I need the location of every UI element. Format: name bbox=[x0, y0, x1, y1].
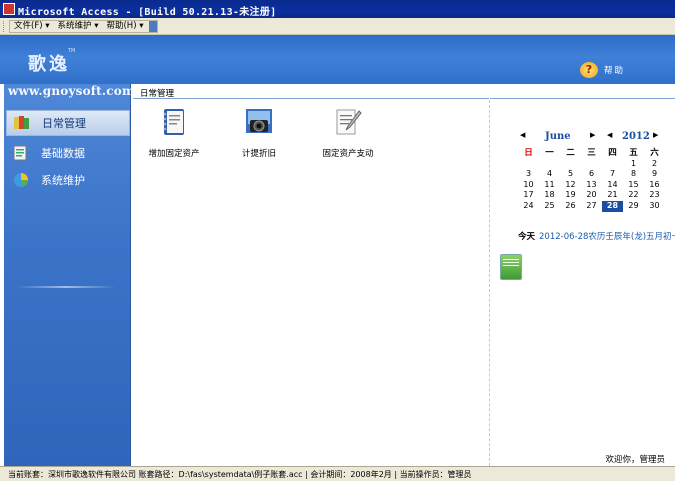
book-icon bbox=[13, 115, 31, 131]
calendar-day[interactable]: 30 bbox=[644, 201, 665, 212]
calendar-empty-cell bbox=[518, 159, 539, 170]
sidebar-item-basic-data[interactable]: 基础数据 bbox=[6, 140, 130, 166]
title-bar: Microsoft Access - [Build 50.21.13-未注册] bbox=[0, 0, 675, 18]
calendar-day[interactable]: 3 bbox=[518, 169, 539, 180]
website-url: www.gnoysoft.com bbox=[8, 84, 135, 98]
calendar-day[interactable]: 23 bbox=[644, 190, 665, 201]
toolbar-grip[interactable] bbox=[3, 21, 5, 32]
camera-icon bbox=[243, 106, 275, 138]
notebook-icon bbox=[158, 106, 190, 138]
main-panel: 日常管理 增加固定资产 计提折旧 固定资产支动 bbox=[133, 84, 489, 466]
sidebar-item-label: 基础数据 bbox=[41, 147, 85, 160]
weekday-header: 五 bbox=[629, 148, 638, 158]
weekday-header: 日 bbox=[524, 148, 533, 158]
calendar-day[interactable]: 8 bbox=[623, 169, 644, 180]
calendar-day[interactable]: 20 bbox=[581, 190, 602, 201]
today-info: 今天 2012-06-28农历壬辰年(龙)五月初十 bbox=[518, 230, 675, 242]
weekday-header: 一 bbox=[545, 148, 554, 158]
weekday-header: 二 bbox=[566, 148, 575, 158]
help-icon: ? bbox=[580, 62, 598, 78]
calendar-day[interactable]: 29 bbox=[623, 201, 644, 212]
next-year-button[interactable]: ▶ bbox=[653, 131, 658, 139]
calendar-empty-cell bbox=[560, 159, 581, 170]
tile-label: 增加固定资产 bbox=[148, 149, 200, 159]
calendar-day[interactable]: 13 bbox=[581, 180, 602, 191]
calendar-day[interactable]: 12 bbox=[560, 180, 581, 191]
calendar-day[interactable]: 27 bbox=[581, 201, 602, 212]
window-title: Microsoft Access - [Build 50.21.13-未注册] bbox=[18, 7, 277, 18]
help-label: 帮助 bbox=[604, 66, 626, 76]
calendar-day[interactable]: 9 bbox=[644, 169, 665, 180]
today-label: 今天 bbox=[518, 232, 536, 242]
calendar-empty-cell bbox=[539, 159, 560, 170]
calendar-day[interactable]: 11 bbox=[539, 180, 560, 191]
calendar-grid: 日一二三四五六 1 2 3 4 5 6 7 8 9 10 11 12 13 14 15 16 17 18 19 20 21… bbox=[518, 148, 665, 212]
weekday-header: 三 bbox=[587, 148, 596, 158]
calendar-day[interactable]: 4 bbox=[539, 169, 560, 180]
menu-bar: 文件(F) ▾ 系统维护 ▾ 帮助(H) ▾ bbox=[0, 18, 675, 35]
calendar-day[interactable]: 18 bbox=[539, 190, 560, 201]
calendar-day[interactable]: 19 bbox=[560, 190, 581, 201]
calendar-day[interactable]: 2 bbox=[644, 159, 665, 170]
sidebar-divider bbox=[16, 286, 116, 288]
status-text: 当前账套：深圳市歌逸软件有限公司 账套路径：D:\fas\systemdata\… bbox=[8, 470, 472, 479]
menu-file[interactable]: 文件(F) ▾ bbox=[10, 21, 54, 32]
prev-month-button[interactable]: ◀ bbox=[520, 131, 525, 139]
sidebar-item-label: 日常管理 bbox=[42, 117, 86, 130]
tile-fixed-asset-change[interactable]: 固定资产支动 bbox=[312, 106, 384, 159]
welcome-text: 欢迎你，管理员 bbox=[605, 455, 665, 465]
today-value[interactable]: 2012-06-28农历壬辰年(龙)五月初十 bbox=[539, 232, 675, 242]
help-button[interactable]: ? 帮助 bbox=[580, 62, 625, 78]
calendar-year: 2012 bbox=[622, 131, 650, 142]
calendar-day[interactable]: 1 bbox=[623, 159, 644, 170]
prev-year-button[interactable]: ◀ bbox=[607, 131, 612, 139]
calendar-day[interactable]: 28 bbox=[602, 200, 623, 212]
toolbar-options-button[interactable] bbox=[149, 21, 158, 32]
pie-chart-icon bbox=[12, 172, 30, 188]
tile-add-fixed-asset[interactable]: 增加固定资产 bbox=[138, 106, 210, 159]
notepad-icon[interactable] bbox=[500, 254, 522, 280]
trademark-mark: TM bbox=[68, 48, 76, 54]
calendar-day[interactable]: 6 bbox=[581, 169, 602, 180]
data-icon bbox=[12, 145, 30, 161]
tile-label: 固定资产支动 bbox=[322, 149, 374, 159]
sidebar-item-daily-management[interactable]: 日常管理 bbox=[6, 110, 130, 136]
access-app-icon[interactable] bbox=[3, 3, 15, 15]
calendar-day[interactable]: 16 bbox=[644, 180, 665, 191]
calendar-day[interactable]: 17 bbox=[518, 190, 539, 201]
app-header: 歌逸 TM ? 帮助 bbox=[0, 35, 675, 84]
right-panel: ◀ June ▶ ◀ 2012 ▶ 日一二三四五六 1 2 3 4 5 6 7 8 9 10 11 12… bbox=[490, 84, 675, 466]
status-bar: 当前账套：深圳市歌逸软件有限公司 账套路径：D:\fas\systemdata\… bbox=[0, 466, 675, 481]
calendar-day[interactable]: 7 bbox=[602, 169, 623, 180]
calendar-empty-cell bbox=[602, 159, 623, 170]
menu-group: 文件(F) ▾ 系统维护 ▾ 帮助(H) ▾ bbox=[9, 20, 159, 33]
weekday-header: 六 bbox=[650, 148, 659, 158]
calendar-day[interactable]: 14 bbox=[602, 180, 623, 191]
sidebar-item-label: 系统维护 bbox=[41, 174, 85, 187]
calendar-day[interactable]: 22 bbox=[623, 190, 644, 201]
sidebar-item-system-maintenance[interactable]: 系统维护 bbox=[6, 167, 130, 193]
sidebar: www.gnoysoft.com 日常管理 基础数据 系统维护 bbox=[4, 84, 135, 466]
section-header: 日常管理 bbox=[133, 84, 489, 99]
tile-depreciation[interactable]: 计提折旧 bbox=[223, 106, 295, 159]
calendar-day[interactable]: 25 bbox=[539, 201, 560, 212]
document-pen-icon bbox=[332, 106, 364, 138]
calendar-day[interactable]: 15 bbox=[623, 180, 644, 191]
right-panel-header bbox=[490, 84, 675, 99]
brand-logo: 歌逸 bbox=[28, 54, 70, 75]
calendar-day[interactable]: 26 bbox=[560, 201, 581, 212]
calendar-month: June bbox=[545, 131, 571, 142]
calendar-day[interactable]: 24 bbox=[518, 201, 539, 212]
section-title: 日常管理 bbox=[140, 89, 175, 99]
next-month-button[interactable]: ▶ bbox=[590, 131, 595, 139]
weekday-header: 四 bbox=[608, 148, 617, 158]
menu-help[interactable]: 帮助(H) ▾ bbox=[102, 21, 147, 32]
calendar-day[interactable]: 5 bbox=[560, 169, 581, 180]
menu-system-maintenance[interactable]: 系统维护 ▾ bbox=[54, 21, 103, 32]
calendar-day[interactable]: 10 bbox=[518, 180, 539, 191]
calendar-empty-cell bbox=[581, 159, 602, 170]
tile-label: 计提折旧 bbox=[241, 149, 276, 159]
calendar-day[interactable]: 21 bbox=[602, 190, 623, 201]
